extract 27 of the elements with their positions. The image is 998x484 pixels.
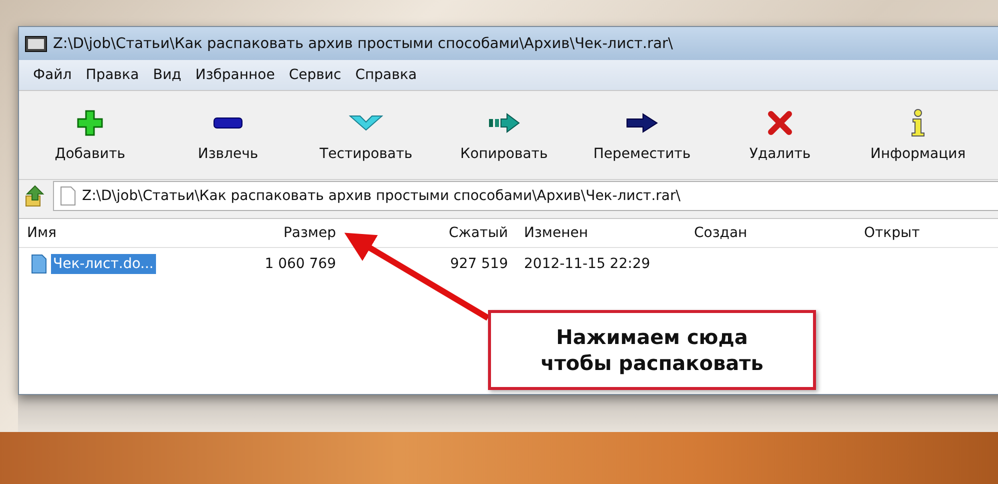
column-header[interactable]: Изменен [516,225,686,241]
table-cell-text: 1 060 769 [264,256,337,272]
column-header[interactable]: Имя [19,225,179,241]
callout-text: чтобы распаковать [540,350,764,376]
menu-item[interactable]: Вид [146,65,188,85]
menu-item[interactable]: Файл [27,65,78,85]
column-header[interactable]: Размер [179,225,344,241]
column-header[interactable]: Сжатый [344,225,516,241]
toolbar-button[interactable]: Извлечь [159,91,297,179]
toolbar-button[interactable]: Удалить [711,91,849,179]
menu-item[interactable]: Правка [80,65,145,85]
callout-text: Нажимаем сюда [556,324,748,350]
column-header[interactable]: Создан [686,225,856,241]
address-field[interactable]: Z:\D\job\Статьи\Как распаковать архив простыми способами\Архив\Чек-лист.rar\ [53,181,998,211]
column-header[interactable]: Открыт [856,225,998,241]
table-cell-text: 927 519 [449,256,509,272]
file-name[interactable]: Чек-лист.do... [51,254,156,274]
toolbar-button[interactable]: Переместить [573,91,711,179]
menu-item[interactable]: Избранное [189,65,281,85]
toolbar-button[interactable]: Тестировать [297,91,435,179]
toolbar-button[interactable]: Копировать [435,91,573,179]
menu-item[interactable]: Справка [349,65,423,85]
window-title: Z:\D\job\Статьи\Как распаковать архив простыми способами\Архив\Чек-лист.rar\ [53,36,673,52]
toolbar-button[interactable]: Добавить [21,91,159,179]
table-cell-text: 2012-11-15 22:29 [523,256,652,272]
toolbar-button[interactable]: Информация [849,91,987,179]
menu-item[interactable]: Сервис [282,65,348,85]
